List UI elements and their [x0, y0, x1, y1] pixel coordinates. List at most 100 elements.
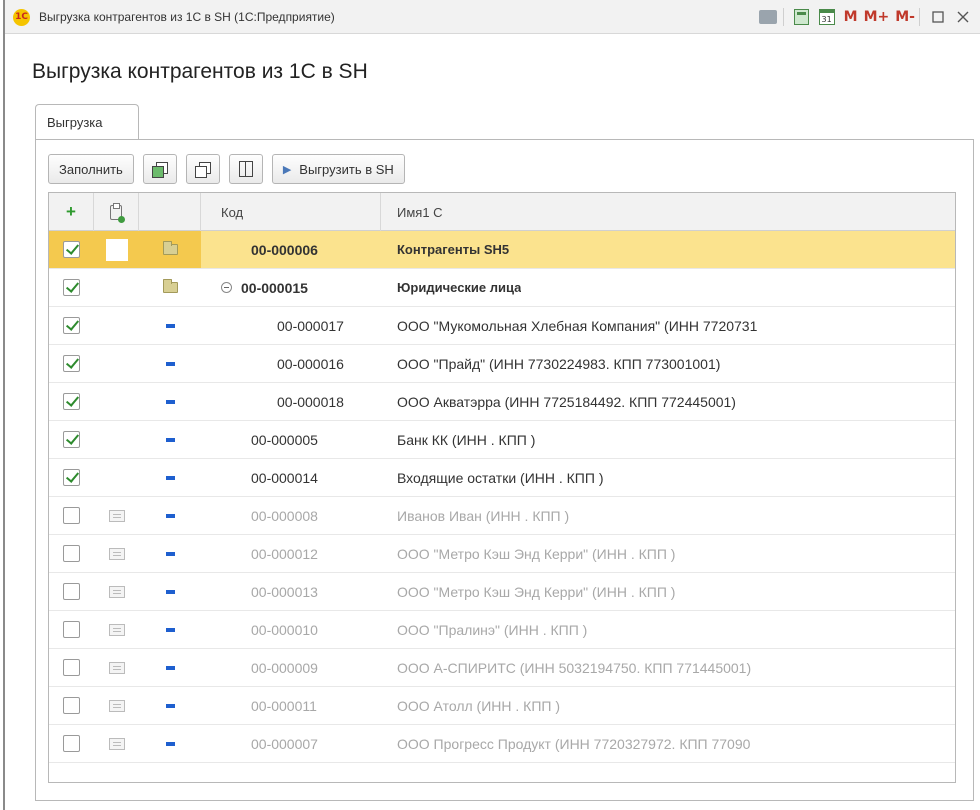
item-dash-icon	[165, 551, 175, 556]
row-name-cell: Банк КК (ИНН . КПП )	[381, 421, 955, 458]
column-header-code[interactable]: Код	[201, 193, 381, 231]
row-check-cell	[49, 497, 94, 534]
row-type-cell	[139, 573, 201, 610]
columns-button[interactable]	[228, 154, 263, 184]
column-header-clipboard[interactable]	[94, 193, 139, 231]
fill-button[interactable]: Заполнить	[48, 154, 134, 184]
row-code: 00-000006	[251, 241, 318, 258]
table-row[interactable]: 00-000012 ООО "Метро Кэш Энд Керри" (ИНН …	[49, 535, 955, 573]
item-dash-icon	[165, 323, 175, 328]
row-check-cell	[49, 421, 94, 458]
calendar-icon[interactable]: 31	[816, 6, 838, 28]
row-code-cell: 00-000015	[201, 269, 381, 306]
item-dash-icon	[165, 627, 175, 632]
document-icon	[108, 661, 125, 674]
folder-icon	[162, 241, 178, 255]
row-code: 00-000010	[251, 621, 318, 638]
title-bar: 1С Выгрузка контрагентов из 1С в SH (1С:…	[5, 0, 980, 34]
row-name: ООО "Мукомольная Хлебная Компания" (ИНН …	[397, 317, 758, 334]
export-to-sh-button[interactable]: ▶ Выгрузить в SH	[271, 154, 405, 184]
document-icon	[108, 585, 125, 598]
row-checkbox[interactable]	[63, 241, 80, 258]
memory-m-plus-button[interactable]: M+	[864, 9, 890, 25]
row-checkbox[interactable]	[63, 393, 80, 410]
row-checkbox[interactable]	[63, 545, 80, 562]
uncheck-all-button[interactable]	[185, 154, 220, 184]
table-row[interactable]: 00-000010 ООО "Пралинэ" (ИНН . КПП )	[49, 611, 955, 649]
row-clipboard-cell	[94, 687, 139, 724]
row-type-cell	[139, 307, 201, 344]
item-dash-icon	[165, 589, 175, 594]
table-row[interactable]: 00-000006 Контрагенты SH5	[49, 231, 955, 269]
table-row[interactable]: 00-000011 ООО Атолл (ИНН . КПП )	[49, 687, 955, 725]
row-checkbox[interactable]	[63, 659, 80, 676]
tab-export[interactable]: Выгрузка	[35, 104, 139, 140]
row-clipboard-cell	[94, 459, 139, 496]
memory-m-minus-button[interactable]: M-	[895, 9, 915, 25]
row-code-cell: 00-000010	[201, 611, 381, 648]
row-checkbox[interactable]	[63, 279, 80, 296]
row-code-cell: 00-000008	[201, 497, 381, 534]
row-edit-field[interactable]	[105, 238, 128, 261]
table-row[interactable]: 00-000013 ООО "Метро Кэш Энд Керри" (ИНН …	[49, 573, 955, 611]
row-code: 00-000014	[251, 469, 318, 486]
check-all-button[interactable]	[142, 154, 177, 184]
item-dash-icon	[165, 513, 175, 518]
restore-icon[interactable]	[927, 6, 949, 28]
table-row[interactable]: 00-000017 ООО "Мукомольная Хлебная Компан…	[49, 307, 955, 345]
row-checkbox[interactable]	[63, 317, 80, 334]
row-checkbox[interactable]	[63, 621, 80, 638]
contractors-table[interactable]: + Код Имя1 С 00-000006 Контрагенты SH5 00-…	[48, 192, 956, 783]
row-code: 00-000012	[251, 545, 318, 562]
row-type-cell	[139, 231, 201, 268]
row-checkbox[interactable]	[63, 507, 80, 524]
row-name: Иванов Иван (ИНН . КПП )	[397, 507, 570, 524]
row-name-cell: ООО Акватэрра (ИНН 7725184492. КПП 77244…	[381, 383, 955, 420]
row-name: Входящие остатки (ИНН . КПП )	[397, 469, 604, 486]
row-check-cell	[49, 535, 94, 572]
row-type-cell	[139, 535, 201, 572]
row-check-cell	[49, 649, 94, 686]
row-check-cell	[49, 687, 94, 724]
column-header-type[interactable]	[139, 193, 201, 231]
row-name: ООО "Пралинэ" (ИНН . КПП )	[397, 621, 588, 638]
item-dash-icon	[165, 399, 175, 404]
table-row[interactable]: 00-000008 Иванов Иван (ИНН . КПП )	[49, 497, 955, 535]
row-name-cell: Входящие остатки (ИНН . КПП )	[381, 459, 955, 496]
table-row[interactable]: 00-000007 ООО Прогресс Продукт (ИНН 77203…	[49, 725, 955, 763]
row-checkbox[interactable]	[63, 735, 80, 752]
table-row[interactable]: 00-000015 Юридические лица	[49, 269, 955, 307]
row-code: 00-000007	[251, 735, 318, 752]
row-name-cell: ООО Атолл (ИНН . КПП )	[381, 687, 955, 724]
row-checkbox[interactable]	[63, 697, 80, 714]
row-name-cell: ООО А-СПИРИТС (ИНН 5032194750. КПП 77144…	[381, 649, 955, 686]
row-checkbox[interactable]	[63, 431, 80, 448]
table-row[interactable]: 00-000016 ООО "Прайд" (ИНН 7730224983. КП…	[49, 345, 955, 383]
row-name-cell: Юридические лица	[381, 269, 955, 306]
print-icon[interactable]	[757, 6, 779, 28]
row-name: Контрагенты SH5	[397, 242, 510, 257]
row-check-cell	[49, 573, 94, 610]
clipboard-icon	[110, 202, 125, 223]
row-checkbox[interactable]	[63, 469, 80, 486]
row-code: 00-000018	[277, 393, 344, 410]
table-row[interactable]: 00-000014 Входящие остатки (ИНН . КПП )	[49, 459, 955, 497]
app-logo-icon[interactable]: 1С	[13, 9, 30, 26]
table-row[interactable]: 00-000018 ООО Акватэрра (ИНН 7725184492. …	[49, 383, 955, 421]
row-clipboard-cell	[94, 573, 139, 610]
calculator-icon[interactable]	[791, 6, 813, 28]
close-icon[interactable]	[952, 6, 974, 28]
document-icon	[108, 509, 125, 522]
column-header-name[interactable]: Имя1 С	[381, 193, 955, 231]
row-type-cell	[139, 345, 201, 382]
collapse-icon[interactable]	[221, 282, 232, 293]
row-check-cell	[49, 269, 94, 306]
memory-m-button[interactable]: M	[844, 9, 858, 25]
uncheck-all-icon	[195, 161, 212, 178]
table-row[interactable]: 00-000009 ООО А-СПИРИТС (ИНН 5032194750. …	[49, 649, 955, 687]
table-row[interactable]: 00-000005 Банк КК (ИНН . КПП )	[49, 421, 955, 459]
row-checkbox[interactable]	[63, 355, 80, 372]
row-checkbox[interactable]	[63, 583, 80, 600]
column-header-check[interactable]: +	[49, 193, 94, 231]
document-icon	[108, 547, 125, 560]
